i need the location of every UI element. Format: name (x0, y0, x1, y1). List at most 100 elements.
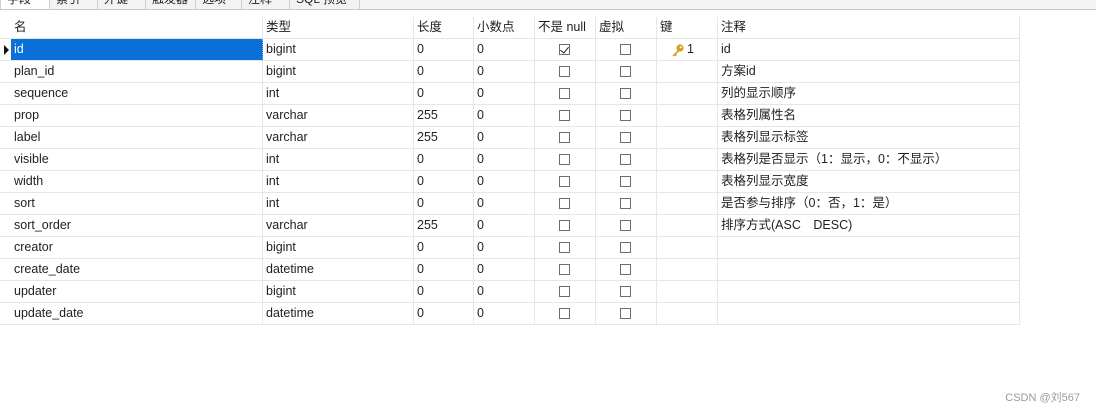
cell-key[interactable] (657, 259, 718, 281)
not-null-checkbox[interactable] (558, 110, 570, 121)
cell-name[interactable]: prop (11, 105, 263, 127)
cell-name[interactable]: id (11, 39, 263, 61)
cell-key[interactable] (657, 215, 718, 237)
not-null-checkbox[interactable] (558, 286, 570, 297)
col-header-name[interactable]: 名 (11, 17, 263, 39)
col-header-key[interactable]: 键 (657, 17, 718, 39)
cell-length[interactable]: 0 (414, 303, 474, 325)
cell-virtual[interactable] (596, 303, 657, 325)
cell-comment[interactable]: id (718, 39, 1020, 61)
col-header-length[interactable]: 长度 (414, 17, 474, 39)
cell-name[interactable]: visible (11, 149, 263, 171)
cell-key[interactable] (657, 149, 718, 171)
cell-length[interactable]: 255 (414, 105, 474, 127)
cell-virtual[interactable] (596, 83, 657, 105)
cell-not-null[interactable] (535, 171, 596, 193)
cell-key[interactable] (657, 171, 718, 193)
cell-name[interactable]: create_date (11, 259, 263, 281)
cell-decimals[interactable]: 0 (474, 193, 535, 215)
col-header-decimals[interactable]: 小数点 (474, 17, 535, 39)
row-indicator[interactable] (0, 39, 11, 61)
row-indicator[interactable] (0, 83, 11, 105)
not-null-checkbox[interactable] (558, 132, 570, 143)
tab-indexes[interactable]: 索引 (50, 0, 98, 9)
cell-type[interactable]: int (263, 149, 414, 171)
not-null-checkbox[interactable] (558, 66, 570, 77)
cell-type[interactable]: int (263, 83, 414, 105)
cell-type[interactable]: varchar (263, 127, 414, 149)
col-header-type[interactable]: 类型 (263, 17, 414, 39)
cell-comment[interactable]: 排序方式(ASC DESC) (718, 215, 1020, 237)
cell-decimals[interactable]: 0 (474, 83, 535, 105)
not-null-checkbox[interactable] (558, 220, 570, 231)
cell-decimals[interactable]: 0 (474, 303, 535, 325)
cell-comment[interactable]: 表格列属性名 (718, 105, 1020, 127)
not-null-checkbox[interactable] (558, 242, 570, 253)
cell-key[interactable] (657, 61, 718, 83)
not-null-checkbox[interactable] (558, 88, 570, 99)
cell-comment[interactable]: 表格列是否显示（1：显示，0：不显示） (718, 149, 1020, 171)
cell-decimals[interactable]: 0 (474, 149, 535, 171)
cell-not-null[interactable] (535, 39, 596, 61)
virtual-checkbox[interactable] (619, 176, 631, 187)
cell-virtual[interactable] (596, 127, 657, 149)
cell-name[interactable]: label (11, 127, 263, 149)
row-indicator[interactable] (0, 259, 11, 281)
cell-name[interactable]: creator (11, 237, 263, 259)
cell-not-null[interactable] (535, 83, 596, 105)
cell-length[interactable]: 0 (414, 83, 474, 105)
row-indicator[interactable] (0, 171, 11, 193)
cell-name[interactable]: sort (11, 193, 263, 215)
cell-type[interactable]: bigint (263, 61, 414, 83)
not-null-checkbox[interactable] (558, 308, 570, 319)
cell-length[interactable]: 0 (414, 259, 474, 281)
virtual-checkbox[interactable] (619, 66, 631, 77)
not-null-checkbox[interactable] (558, 198, 570, 209)
cell-decimals[interactable]: 0 (474, 39, 535, 61)
virtual-checkbox[interactable] (619, 88, 631, 99)
cell-comment[interactable]: 列的显示顺序 (718, 83, 1020, 105)
cell-comment[interactable] (718, 281, 1020, 303)
cell-type[interactable]: bigint (263, 39, 414, 61)
cell-type[interactable]: datetime (263, 303, 414, 325)
cell-length[interactable]: 0 (414, 193, 474, 215)
cell-length[interactable]: 255 (414, 215, 474, 237)
virtual-checkbox[interactable] (619, 198, 631, 209)
cell-virtual[interactable] (596, 171, 657, 193)
tab-triggers[interactable]: 触发器 (146, 0, 196, 9)
cell-key[interactable] (657, 237, 718, 259)
cell-decimals[interactable]: 0 (474, 259, 535, 281)
row-indicator[interactable] (0, 303, 11, 325)
cell-name[interactable]: sequence (11, 83, 263, 105)
tab-options[interactable]: 选项 (196, 0, 242, 9)
cell-comment[interactable] (718, 237, 1020, 259)
cell-type[interactable]: bigint (263, 281, 414, 303)
cell-not-null[interactable] (535, 237, 596, 259)
cell-decimals[interactable]: 0 (474, 127, 535, 149)
cell-type[interactable]: int (263, 193, 414, 215)
cell-comment[interactable]: 是否参与排序（0：否，1：是） (718, 193, 1020, 215)
cell-virtual[interactable] (596, 105, 657, 127)
row-indicator[interactable] (0, 149, 11, 171)
cell-not-null[interactable] (535, 215, 596, 237)
cell-key[interactable] (657, 281, 718, 303)
cell-length[interactable]: 0 (414, 39, 474, 61)
cell-name[interactable]: update_date (11, 303, 263, 325)
cell-not-null[interactable] (535, 303, 596, 325)
cell-length[interactable]: 0 (414, 281, 474, 303)
cell-virtual[interactable] (596, 193, 657, 215)
row-indicator[interactable] (0, 61, 11, 83)
cell-decimals[interactable]: 0 (474, 171, 535, 193)
col-header-comment[interactable]: 注释 (718, 17, 1020, 39)
cell-type[interactable]: int (263, 171, 414, 193)
virtual-checkbox[interactable] (619, 154, 631, 165)
cell-not-null[interactable] (535, 61, 596, 83)
cell-key[interactable]: 1 (657, 39, 718, 61)
cell-key[interactable] (657, 127, 718, 149)
virtual-checkbox[interactable] (619, 286, 631, 297)
cell-not-null[interactable] (535, 149, 596, 171)
cell-virtual[interactable] (596, 149, 657, 171)
cell-key[interactable] (657, 105, 718, 127)
cell-name[interactable]: sort_order (11, 215, 263, 237)
cell-key[interactable] (657, 83, 718, 105)
